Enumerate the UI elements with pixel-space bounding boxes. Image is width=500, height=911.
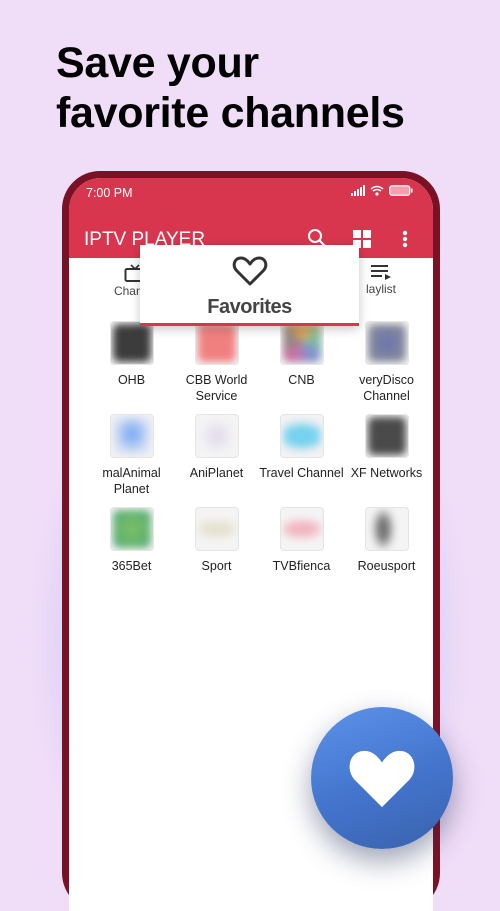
channel-item[interactable]: Travel Channel xyxy=(259,414,344,482)
status-icons xyxy=(351,185,413,196)
channel-logo xyxy=(279,507,324,551)
promo-headline: Save your favorite channels xyxy=(56,38,405,138)
channel-name: OHB xyxy=(117,373,146,387)
channel-logo xyxy=(109,507,154,551)
channel-logo xyxy=(194,414,239,458)
channel-logo xyxy=(364,414,409,458)
status-time: 7:00 PM xyxy=(86,186,133,200)
channel-name: XF Networks xyxy=(350,466,423,480)
favorite-fab-button[interactable] xyxy=(311,707,453,849)
channel-item[interactable]: malAnimal Planet xyxy=(89,414,174,497)
channel-name: Roeusport xyxy=(357,559,416,573)
channel-item[interactable]: CBB World Service xyxy=(174,321,259,404)
channel-name: CNB xyxy=(288,373,315,387)
tab-playlist[interactable]: laylist xyxy=(351,264,411,296)
favorites-tab-popup[interactable]: Favorites xyxy=(140,245,359,326)
channel-logo xyxy=(364,321,409,365)
wifi-icon xyxy=(370,185,384,196)
heart-filled-icon xyxy=(349,750,415,808)
headline-line-2: favorite channels xyxy=(56,89,405,137)
tab-playlist-label: laylist xyxy=(365,282,396,296)
channel-logo xyxy=(109,321,154,365)
channel-item[interactable]: Sport xyxy=(174,507,259,575)
channel-item[interactable]: AniPlanet xyxy=(174,414,259,482)
channel-item[interactable]: OHB xyxy=(89,321,174,389)
channel-name: malAnimal Planet xyxy=(102,466,161,496)
channel-item[interactable]: XF Networks xyxy=(344,414,429,482)
channel-name: veryDisco Channel xyxy=(359,373,414,403)
favorites-label: Favorites xyxy=(207,296,292,318)
channel-name: 365Bet xyxy=(111,559,152,573)
channel-item[interactable]: 365Bet xyxy=(89,507,174,575)
signal-icon xyxy=(351,185,365,196)
channel-name: Sport xyxy=(201,559,232,573)
channel-logo xyxy=(109,414,154,458)
channel-name: CBB World Service xyxy=(185,373,248,403)
channel-logo xyxy=(279,321,324,365)
channel-logo xyxy=(279,414,324,458)
channel-logo xyxy=(364,507,409,551)
channel-item[interactable]: Roeusport xyxy=(344,507,429,575)
channel-item[interactable]: CNB xyxy=(259,321,344,389)
channel-item[interactable]: veryDisco Channel xyxy=(344,321,429,404)
more-vert-icon[interactable] xyxy=(402,230,408,248)
channel-item[interactable]: TVBfienca xyxy=(259,507,344,575)
channel-name: AniPlanet xyxy=(189,466,244,480)
headline-line-1: Save your xyxy=(56,39,259,87)
channel-logo xyxy=(194,321,239,365)
heart-outline-icon xyxy=(232,256,267,286)
battery-icon xyxy=(389,185,413,196)
channel-name: Travel Channel xyxy=(259,466,344,480)
channel-name: TVBfienca xyxy=(272,559,331,573)
channel-logo xyxy=(194,507,239,551)
playlist-icon xyxy=(371,265,391,280)
